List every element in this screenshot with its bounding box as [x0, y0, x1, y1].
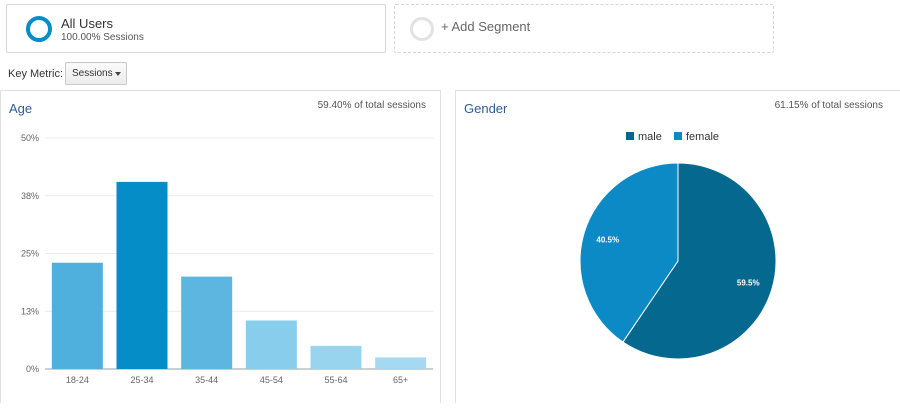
gender-pie-chart: male female 59.5% 40.5% — [579, 131, 777, 360]
age-chart-title: Age — [9, 101, 33, 116]
gender-legend-label-male[interactable]: male — [638, 131, 662, 143]
age-x-tick-label: 35-44 — [195, 375, 218, 385]
segment-subtitle: 100.00% Sessions — [61, 32, 144, 43]
add-segment-label: + Add Segment — [441, 19, 531, 34]
age-bar-55-64[interactable] — [310, 345, 362, 369]
age-x-tick-label: 65+ — [393, 375, 408, 385]
age-x-tick-label: 55-64 — [324, 375, 347, 385]
gender-slice-label-female: 40.5% — [596, 235, 619, 244]
age-y-tick-label: 13% — [21, 306, 39, 316]
segment-all-users[interactable]: All Users 100.00% Sessions — [6, 4, 386, 53]
key-metric-label: Key Metric: — [8, 68, 64, 80]
age-bar-chart: 0% 13% 25% 38% 50% 18-24 25-34 35-44 45-54 55-64 6… — [21, 133, 433, 385]
age-y-tick-label: 0% — [26, 364, 39, 374]
age-bar-18-24[interactable] — [51, 262, 103, 369]
age-bar-65+[interactable] — [375, 357, 427, 369]
gender-panel: Gender 61.15% of total sessions male fema… — [455, 90, 900, 403]
age-x-tick-label: 45-54 — [260, 375, 283, 385]
age-y-tick-label: 25% — [21, 249, 39, 259]
age-bar-35-44[interactable] — [181, 276, 233, 369]
age-panel: Age 59.40% of total sessions 0% 13% 25% 38%… — [0, 90, 441, 403]
caret-down-icon — [115, 72, 121, 76]
segment-name: All Users — [61, 16, 114, 31]
segment-ring-icon — [26, 16, 52, 42]
key-metric-dropdown[interactable]: Sessions — [65, 62, 127, 85]
empty-segment-ring-icon — [410, 17, 434, 41]
gender-slice-label-male: 59.5% — [737, 279, 760, 288]
age-x-tick-label: 25-34 — [130, 375, 153, 385]
age-x-tick-label: 18-24 — [66, 375, 89, 385]
age-bar-45-54[interactable] — [245, 320, 297, 369]
age-y-tick-label: 38% — [21, 191, 39, 201]
key-metric-selected: Sessions — [72, 68, 113, 79]
age-chart-subtitle: 59.40% of total sessions — [317, 100, 426, 111]
age-y-tick-label: 50% — [21, 133, 39, 143]
segments-bar: All Users 100.00% Sessions + Add Segment — [6, 4, 900, 54]
gender-legend-swatch-male — [626, 132, 634, 140]
gender-chart-subtitle: 61.15% of total sessions — [774, 100, 883, 111]
gender-chart-title: Gender — [464, 101, 508, 116]
add-segment-button[interactable]: + Add Segment — [394, 4, 774, 53]
age-bar-25-34[interactable] — [116, 181, 168, 369]
gender-legend-label-female[interactable]: female — [686, 131, 719, 143]
gender-legend-swatch-female — [674, 132, 682, 140]
